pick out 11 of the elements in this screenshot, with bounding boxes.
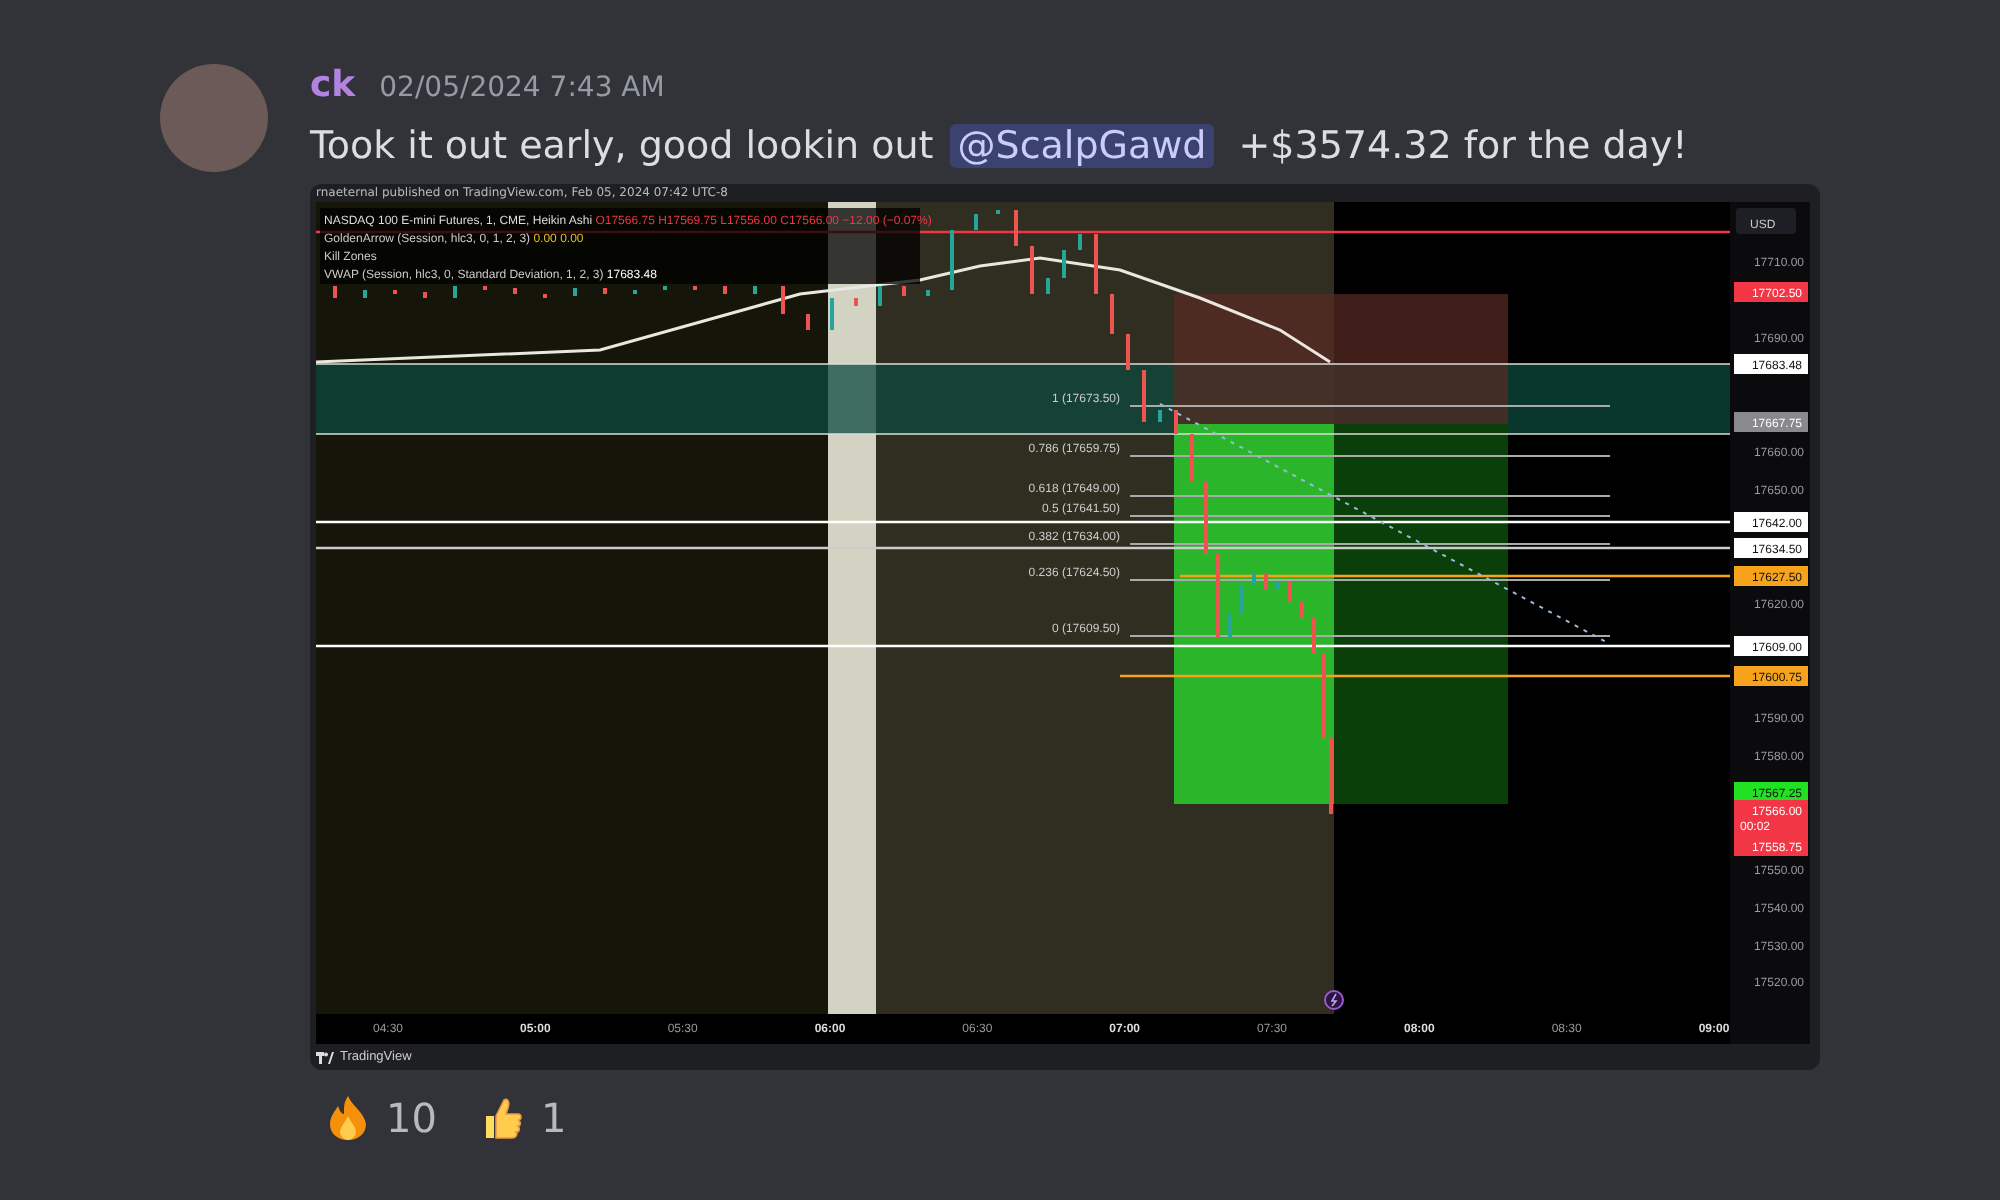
reaction-button[interactable]: 10 bbox=[318, 1090, 445, 1146]
reaction-button[interactable]: 1 bbox=[472, 1090, 575, 1146]
chart-screenshot[interactable] bbox=[310, 184, 1820, 1070]
timestamp: 02/05/2024 7:43 AM bbox=[379, 72, 665, 104]
thumbs-up-icon bbox=[480, 1094, 525, 1142]
fire-icon bbox=[326, 1094, 370, 1142]
tradingview-logo-icon bbox=[316, 1051, 334, 1063]
user-mention[interactable]: @ScalpGawd bbox=[949, 124, 1215, 168]
message-text: Took it out early, good lookin out bbox=[310, 124, 934, 168]
message-text: +$3574.32 for the day! bbox=[1238, 124, 1688, 168]
author-name[interactable]: ck bbox=[310, 64, 356, 106]
